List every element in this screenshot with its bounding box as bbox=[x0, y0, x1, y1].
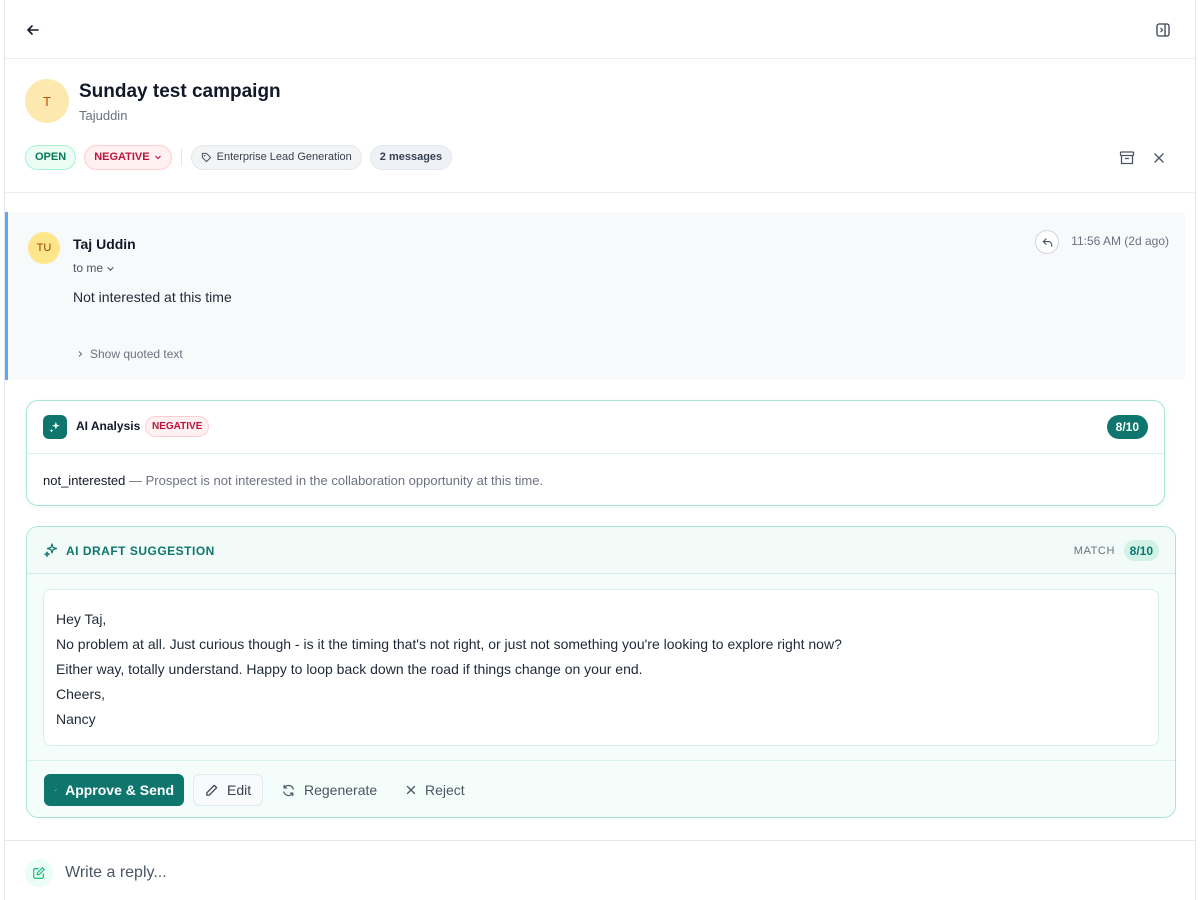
draft-line: Either way, totally understand. Happy to… bbox=[56, 661, 643, 677]
page-title: Sunday test campaign bbox=[79, 81, 281, 102]
check-icon bbox=[54, 789, 57, 791]
match-score-badge: 8/10 bbox=[1123, 540, 1159, 561]
status-badge: OPEN bbox=[25, 144, 77, 170]
draft-line: No problem at all. Just curious though -… bbox=[56, 636, 842, 652]
reply-icon bbox=[1042, 237, 1052, 247]
close-icon bbox=[1154, 153, 1164, 163]
sentiment-dropdown[interactable]: NEGATIVE bbox=[84, 144, 172, 170]
conversation-header: T Sunday test campaign Tajuddin OPEN NEG… bbox=[5, 60, 1195, 193]
chevron-down-icon bbox=[107, 266, 114, 271]
sparkles-icon bbox=[49, 421, 60, 433]
show-quoted-text-label: Show quoted text bbox=[90, 347, 183, 361]
refresh-icon bbox=[283, 784, 294, 796]
reject-label: Reject bbox=[425, 782, 465, 798]
conversation-tags: OPEN NEGATIVE Enterprise Lead Generation… bbox=[25, 144, 453, 170]
draft-line: Hey Taj, bbox=[56, 611, 107, 627]
toggle-panel-button[interactable] bbox=[1151, 18, 1175, 42]
analysis-description: — Prospect is not interested in the coll… bbox=[125, 473, 544, 488]
ai-draft-header: AI DRAFT SUGGESTION MATCH 8/10 bbox=[27, 527, 1175, 574]
tag-icon bbox=[201, 152, 211, 162]
back-button[interactable] bbox=[21, 18, 45, 42]
conversation-panel: T Sunday test campaign Tajuddin OPEN NEG… bbox=[4, 0, 1196, 900]
approve-send-button[interactable]: Approve & Send bbox=[44, 774, 184, 806]
recipient-toggle[interactable]: to me bbox=[73, 261, 115, 275]
analysis-summary: not_interested — Prospect is not interes… bbox=[43, 473, 543, 488]
pencil-square-icon bbox=[33, 867, 45, 879]
ai-analysis-header: AI Analysis NEGATIVE 8/10 bbox=[27, 401, 1164, 454]
message-count-badge: 2 messages bbox=[369, 144, 453, 170]
ai-analysis-title: AI Analysis bbox=[76, 419, 141, 433]
reply-button[interactable] bbox=[1035, 230, 1059, 254]
regenerate-button[interactable]: Regenerate bbox=[281, 774, 377, 806]
sparkles-icon bbox=[44, 543, 58, 557]
pencil-icon bbox=[206, 784, 218, 796]
email-message: TU Taj Uddin to me Not interested at thi… bbox=[5, 212, 1185, 380]
analysis-category: not_interested bbox=[43, 473, 126, 488]
ai-draft-card: AI DRAFT SUGGESTION MATCH 8/10 Hey Taj, … bbox=[26, 526, 1176, 818]
reject-button[interactable]: Reject bbox=[405, 774, 465, 806]
analysis-sentiment-badge: NEGATIVE bbox=[145, 416, 210, 437]
sentiment-label: NEGATIVE bbox=[94, 151, 150, 163]
reply-input[interactable] bbox=[65, 861, 865, 885]
chevron-right-icon bbox=[78, 351, 83, 357]
panel-toggle-icon bbox=[1156, 23, 1170, 37]
contact-name: Tajuddin bbox=[79, 108, 128, 123]
ai-badge bbox=[43, 415, 67, 439]
campaign-tag[interactable]: Enterprise Lead Generation bbox=[190, 144, 362, 170]
ai-draft-title: AI DRAFT SUGGESTION bbox=[66, 544, 215, 558]
regenerate-label: Regenerate bbox=[304, 782, 378, 798]
approve-send-label: Approve & Send bbox=[65, 782, 174, 798]
reply-composer bbox=[5, 840, 1195, 900]
message-body: Not interested at this time bbox=[73, 289, 232, 305]
top-bar bbox=[5, 0, 1195, 59]
analysis-score-badge: 8/10 bbox=[1106, 415, 1148, 439]
sender-avatar: TU bbox=[28, 232, 60, 264]
sender-name: Taj Uddin bbox=[73, 236, 136, 252]
ai-analysis-card: AI Analysis NEGATIVE 8/10 not_interested… bbox=[26, 400, 1165, 506]
close-icon bbox=[406, 785, 416, 795]
archive-button[interactable] bbox=[1115, 146, 1139, 170]
show-quoted-text-toggle[interactable]: Show quoted text bbox=[76, 347, 183, 361]
match-label: MATCH bbox=[1073, 545, 1115, 557]
close-button[interactable] bbox=[1147, 146, 1171, 170]
draft-actions: Approve & Send Edit Regenerate Reject bbox=[27, 760, 1175, 817]
recipient-label: to me bbox=[73, 261, 104, 275]
edit-button[interactable]: Edit bbox=[193, 774, 263, 806]
campaign-tag-label: Enterprise Lead Generation bbox=[216, 151, 352, 163]
edit-label: Edit bbox=[227, 782, 252, 798]
avatar: T bbox=[25, 79, 69, 123]
draft-line: Cheers, bbox=[56, 686, 106, 702]
draft-text-area[interactable]: Hey Taj, No problem at all. Just curious… bbox=[43, 589, 1159, 746]
archive-icon bbox=[1119, 151, 1135, 165]
message-timestamp: 11:56 AM (2d ago) bbox=[1071, 234, 1169, 248]
chevron-down-icon bbox=[154, 155, 161, 160]
arrow-left-icon bbox=[27, 25, 39, 35]
divider bbox=[180, 148, 182, 166]
compose-icon-badge bbox=[25, 859, 53, 887]
draft-line: Nancy bbox=[56, 711, 96, 727]
